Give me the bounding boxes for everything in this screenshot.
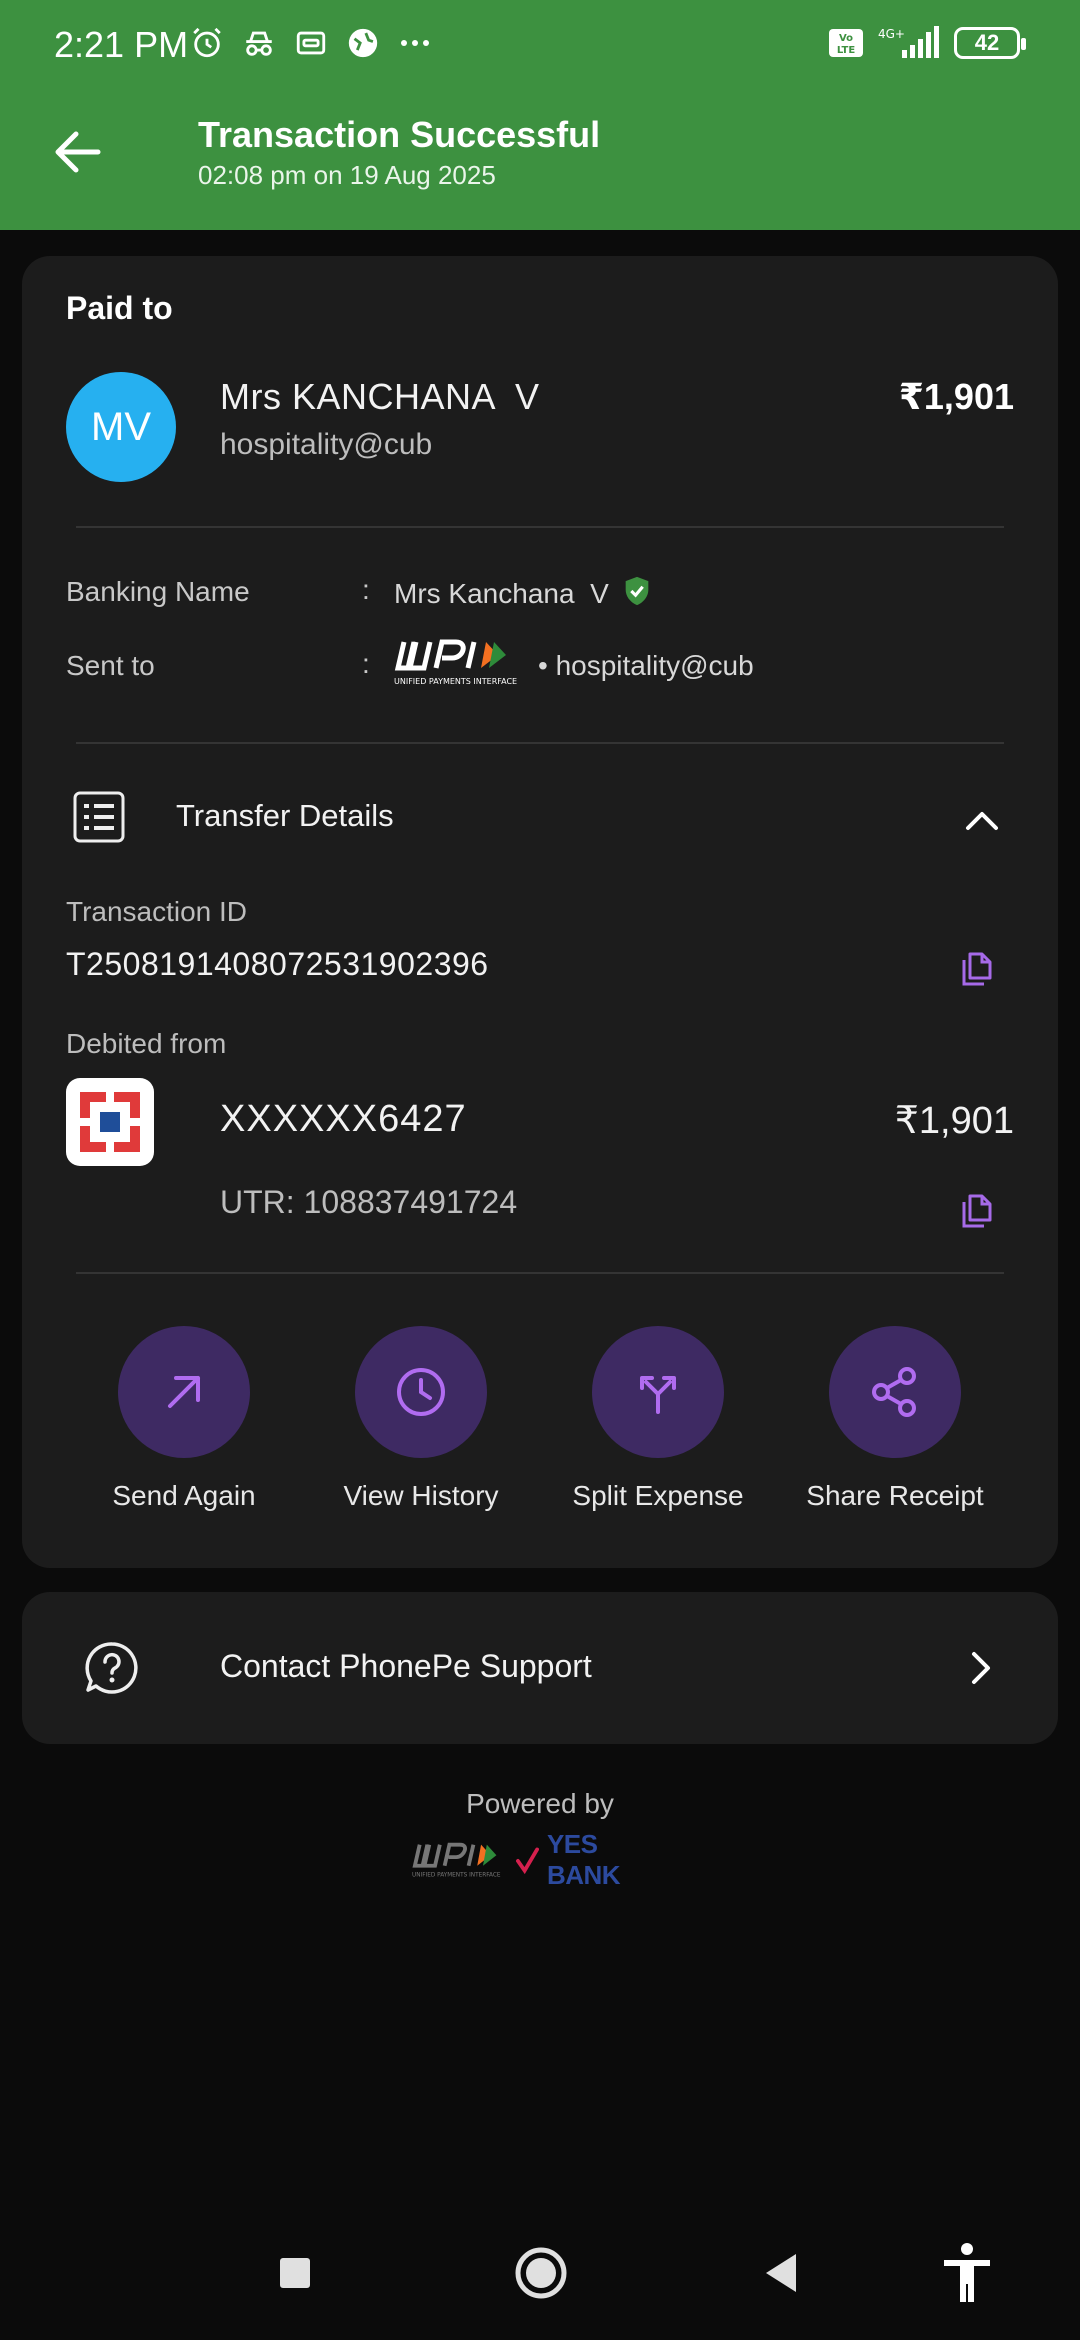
paid-to-label: Paid to — [66, 290, 173, 326]
share-receipt-label: Share Receipt — [806, 1480, 984, 1511]
powered-by-label: Powered by — [466, 1788, 614, 1819]
status-time: 2:21 PM — [54, 24, 189, 65]
home-circle-icon[interactable] — [514, 2246, 568, 2300]
transfer-details-title[interactable]: Transfer Details — [176, 798, 394, 834]
status-icons-right: Vo LTE 4G+ 42 — [828, 26, 1026, 60]
transaction-card: Paid to MV Mrs KANCHANA V hospitality@cu… — [22, 256, 1058, 1568]
vpn-icon — [348, 28, 378, 58]
share-receipt-circle[interactable] — [829, 1326, 961, 1458]
split-expense-button[interactable]: Split Expense — [538, 1326, 778, 1512]
receipt-list-icon — [73, 791, 125, 843]
avatar: MV — [66, 372, 176, 482]
transaction-id-value: T2508191408072531902396 — [66, 946, 489, 982]
debited-from-label: Debited from — [66, 1028, 227, 1059]
more-dots-icon — [401, 40, 429, 46]
page-title: Transaction Successful — [198, 114, 601, 155]
share-receipt-button[interactable]: Share Receipt — [775, 1326, 1015, 1512]
battery-icon: 42 — [954, 27, 1026, 59]
transaction-timestamp: 02:08 pm on 19 Aug 2025 — [198, 160, 496, 190]
split-expense-circle[interactable] — [592, 1326, 724, 1458]
transaction-id-label: Transaction ID — [66, 896, 248, 927]
yes-bank-logo: YES BANK — [546, 1829, 621, 1890]
svg-text:LTE: LTE — [837, 45, 856, 56]
payee-vpa: hospitality@cub — [220, 428, 433, 461]
recents-square-icon[interactable] — [278, 2256, 312, 2290]
back-arrow-icon[interactable] — [48, 122, 108, 182]
share-icon — [872, 1367, 916, 1417]
svg-text:Vo: Vo — [839, 33, 853, 44]
chevron-right-icon[interactable] — [960, 1648, 1000, 1688]
bank-logo — [66, 1078, 154, 1166]
split-expense-label: Split Expense — [572, 1480, 744, 1511]
status-icons-left — [190, 26, 432, 60]
verified-shield-icon — [625, 576, 649, 606]
svg-text:UNIFIED PAYMENTS INTERFACE: UNIFIED PAYMENTS INTERFACE — [412, 1872, 501, 1878]
split-icon — [640, 1376, 676, 1414]
view-history-label: View History — [343, 1480, 499, 1511]
contact-support-label: Contact PhonePe Support — [220, 1648, 592, 1684]
paid-amount: ₹1,901 — [898, 376, 1014, 417]
powered-by-logos: UNIFIED PAYMENTS INTERFACE YES BANK — [412, 1829, 672, 1890]
copy-icon[interactable] — [958, 1190, 998, 1230]
yes-bank-check-icon — [515, 1847, 539, 1875]
view-history-button[interactable]: View History — [301, 1326, 541, 1512]
arrow-up-right-icon — [168, 1376, 200, 1408]
send-again-circle[interactable] — [118, 1326, 250, 1458]
incognito-icon — [246, 31, 272, 56]
upi-logo-icon: UNIFIED PAYMENTS INTERFACE — [412, 1842, 501, 1878]
help-question-icon — [85, 1642, 138, 1694]
back-triangle-icon[interactable] — [762, 2252, 800, 2294]
svg-text:UNIFIED PAYMENTS INTERFACE: UNIFIED PAYMENTS INTERFACE — [394, 677, 517, 686]
divider — [76, 1272, 1004, 1274]
system-nav-bar — [0, 2220, 1080, 2340]
action-buttons: Send Again View History Split Expense Sh… — [22, 1326, 1058, 1526]
sent-to-label: Sent to — [66, 650, 155, 681]
contact-support-row[interactable]: Contact PhonePe Support — [22, 1592, 1058, 1744]
clock-icon — [397, 1368, 445, 1416]
divider — [76, 742, 1004, 744]
alarm-icon — [193, 27, 221, 58]
colon: : — [362, 648, 370, 679]
send-again-label: Send Again — [112, 1480, 256, 1511]
svg-text:4G+: 4G+ — [878, 27, 905, 41]
chevron-up-icon[interactable] — [962, 800, 1002, 840]
copy-icon[interactable] — [958, 948, 998, 988]
payee-name: Mrs KANCHANA V — [220, 376, 540, 417]
hdfc-logo-icon — [76, 1088, 144, 1156]
sent-to-vpa: • hospitality@cub — [538, 650, 754, 681]
banking-name-value: Mrs Kanchana V — [394, 578, 609, 609]
colon: : — [362, 574, 370, 605]
volte-icon: VoLTE — [829, 29, 863, 57]
status-bar: 2:21 PM Vo LTE 4G+ 42 — [0, 0, 1080, 92]
signal-icon: 4G+ — [878, 26, 939, 58]
send-again-button[interactable]: Send Again — [64, 1326, 304, 1512]
debited-amount: ₹1,901 — [894, 1100, 1014, 1142]
utr-number: UTR: 108837491724 — [220, 1184, 518, 1220]
banking-name-label: Banking Name — [66, 576, 250, 607]
accessibility-icon[interactable] — [940, 2242, 994, 2304]
header-bar: 2:21 PM Vo LTE 4G+ 42 Transaction Success… — [0, 0, 1080, 230]
divider — [76, 526, 1004, 528]
account-number: XXXXXX6427 — [220, 1098, 467, 1140]
upi-logo-icon: UNIFIED PAYMENTS INTERFACE — [394, 639, 517, 686]
view-history-circle[interactable] — [355, 1326, 487, 1458]
ticket-icon — [296, 31, 326, 55]
